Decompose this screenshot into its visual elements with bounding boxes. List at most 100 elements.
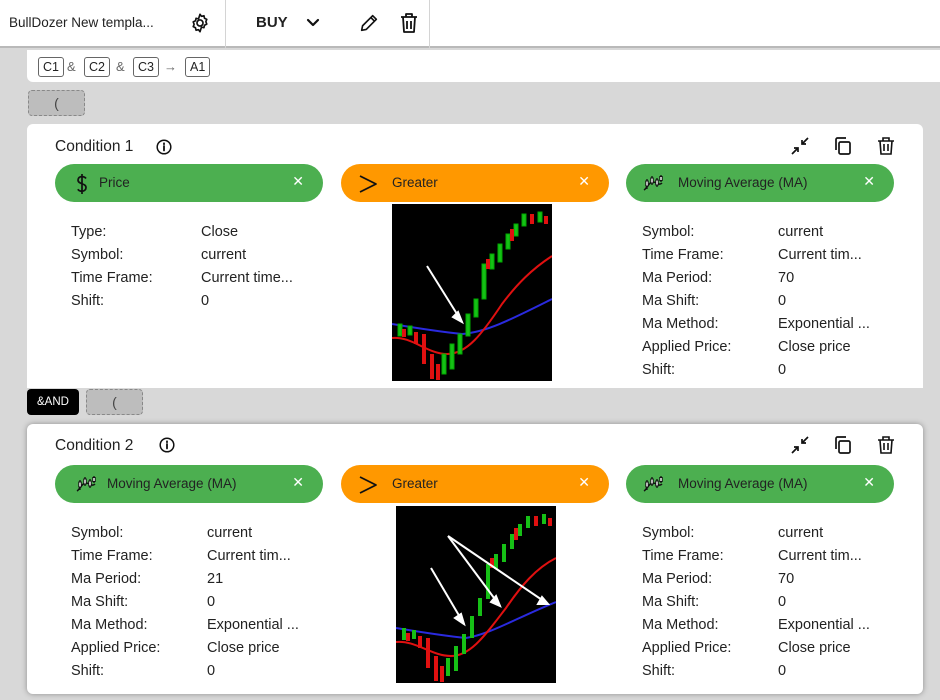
left-operand-pill[interactable]: Moving Average (MA) ✕	[55, 465, 323, 503]
close-icon[interactable]: ✕	[578, 474, 590, 491]
prop-value: 0	[201, 293, 210, 309]
close-icon[interactable]: ✕	[292, 173, 304, 190]
prop-key: Ma Period:	[642, 270, 713, 286]
collapse-icon[interactable]	[790, 435, 810, 455]
prop-key: Ma Method:	[642, 316, 719, 332]
prop-value: 21	[207, 571, 224, 587]
prop-value: Close price	[778, 640, 851, 656]
right-operand-pill[interactable]: Moving Average (MA) ✕	[626, 465, 894, 503]
prop-value: 0	[207, 594, 216, 610]
pill-label: Moving Average (MA)	[678, 175, 808, 190]
prop-key: Applied Price:	[642, 640, 732, 656]
open-paren-button[interactable]: (	[28, 90, 85, 116]
formula-operator: &	[116, 59, 125, 74]
prop-key: Time Frame:	[642, 247, 724, 263]
formula-arrow: →	[164, 59, 177, 74]
prop-value: current	[778, 224, 824, 240]
prop-value: Exponential ...	[778, 617, 870, 633]
close-icon[interactable]: ✕	[578, 173, 590, 190]
pill-label: Moving Average (MA)	[678, 476, 808, 491]
prop-key: Ma Period:	[642, 571, 713, 587]
close-icon[interactable]: ✕	[863, 173, 875, 190]
prop-value: current	[207, 525, 253, 541]
formula-chip-c1[interactable]: C1	[38, 57, 64, 77]
and-operator-button[interactable]: &AND	[27, 389, 79, 415]
prop-key: Ma Method:	[71, 617, 148, 633]
prop-key: Shift:	[71, 663, 105, 679]
prop-key: Symbol:	[71, 525, 124, 541]
prop-value: 0	[778, 293, 787, 309]
chevron-down-icon[interactable]	[304, 14, 322, 32]
condition-illustration-chart	[392, 204, 552, 381]
prop-key: Ma Method:	[642, 617, 719, 633]
trade-side-label[interactable]: BUY	[256, 14, 288, 31]
formula-bar: C1 & C2 & C3 → A1	[27, 50, 940, 82]
prop-key: Ma Shift:	[71, 594, 129, 610]
prop-key: Ma Shift:	[642, 594, 700, 610]
prop-key: Symbol:	[642, 525, 695, 541]
left-operand-pill[interactable]: Price ✕	[55, 164, 323, 202]
condition-card-2: Condition 2 Moving Average (MA) ✕ Greate…	[27, 424, 923, 694]
close-icon[interactable]: ✕	[292, 474, 304, 491]
right-operand-pill[interactable]: Moving Average (MA) ✕	[626, 164, 894, 202]
prop-value: Close	[201, 224, 239, 240]
open-paren-button[interactable]: (	[86, 389, 143, 415]
prop-value: current	[201, 247, 247, 263]
prop-value: Current tim...	[778, 247, 862, 263]
greater-than-icon	[359, 175, 377, 193]
formula-chip-a1[interactable]: A1	[185, 57, 211, 77]
trash-icon[interactable]	[876, 136, 896, 156]
ma-chart-icon	[643, 175, 663, 191]
divider	[225, 0, 226, 48]
prop-key: Shift:	[642, 362, 676, 378]
trash-icon[interactable]	[876, 435, 896, 455]
prop-value: Current tim...	[207, 548, 291, 564]
condition-title: Condition 1	[55, 138, 134, 155]
operator-pill[interactable]: Greater ✕	[341, 465, 609, 503]
prop-value: 0	[778, 362, 787, 378]
operator-pill[interactable]: Greater ✕	[341, 164, 609, 202]
prop-value: Close price	[778, 339, 851, 355]
prop-key: Shift:	[642, 663, 676, 679]
pill-label: Moving Average (MA)	[107, 476, 237, 491]
copy-icon[interactable]	[833, 136, 853, 156]
ma-chart-icon	[76, 476, 96, 492]
prop-value: Close price	[207, 640, 280, 656]
prop-value: Current tim...	[778, 548, 862, 564]
collapse-icon[interactable]	[790, 136, 810, 156]
prop-value: 0	[207, 663, 216, 679]
gear-icon[interactable]	[189, 12, 211, 34]
info-icon[interactable]	[156, 139, 172, 155]
prop-value: Exponential ...	[207, 617, 299, 633]
condition-card-1: Condition 1 Price ✕ Greater ✕ Moving Ave…	[27, 124, 923, 388]
greater-than-icon	[359, 476, 377, 494]
prop-key: Symbol:	[71, 247, 124, 263]
copy-icon[interactable]	[833, 435, 853, 455]
prop-key: Ma Shift:	[642, 293, 700, 309]
formula-chip-c2[interactable]: C2	[84, 57, 110, 77]
prop-value: 0	[778, 594, 787, 610]
divider	[429, 0, 430, 48]
prop-key: Type:	[71, 224, 107, 240]
condition-title: Condition 2	[55, 437, 134, 454]
pencil-icon[interactable]	[358, 12, 380, 34]
prop-key: Shift:	[71, 293, 105, 309]
prop-value: 0	[778, 663, 787, 679]
formula-chip-c3[interactable]: C3	[133, 57, 159, 77]
pill-label: Price	[99, 175, 130, 190]
prop-key: Time Frame:	[642, 548, 724, 564]
prop-key: Time Frame:	[71, 548, 153, 564]
prop-value: Current time...	[201, 270, 293, 286]
trash-icon[interactable]	[398, 11, 420, 35]
prop-value: current	[778, 525, 824, 541]
close-icon[interactable]: ✕	[863, 474, 875, 491]
condition-illustration-chart	[396, 506, 556, 683]
prop-value: 70	[778, 571, 795, 587]
prop-key: Symbol:	[642, 224, 695, 240]
template-title[interactable]: BullDozer New templa...	[9, 15, 159, 30]
info-icon[interactable]	[159, 437, 175, 453]
prop-value: 70	[778, 270, 795, 286]
prop-key: Applied Price:	[642, 339, 732, 355]
prop-key: Applied Price:	[71, 640, 161, 656]
prop-key: Ma Period:	[71, 571, 142, 587]
